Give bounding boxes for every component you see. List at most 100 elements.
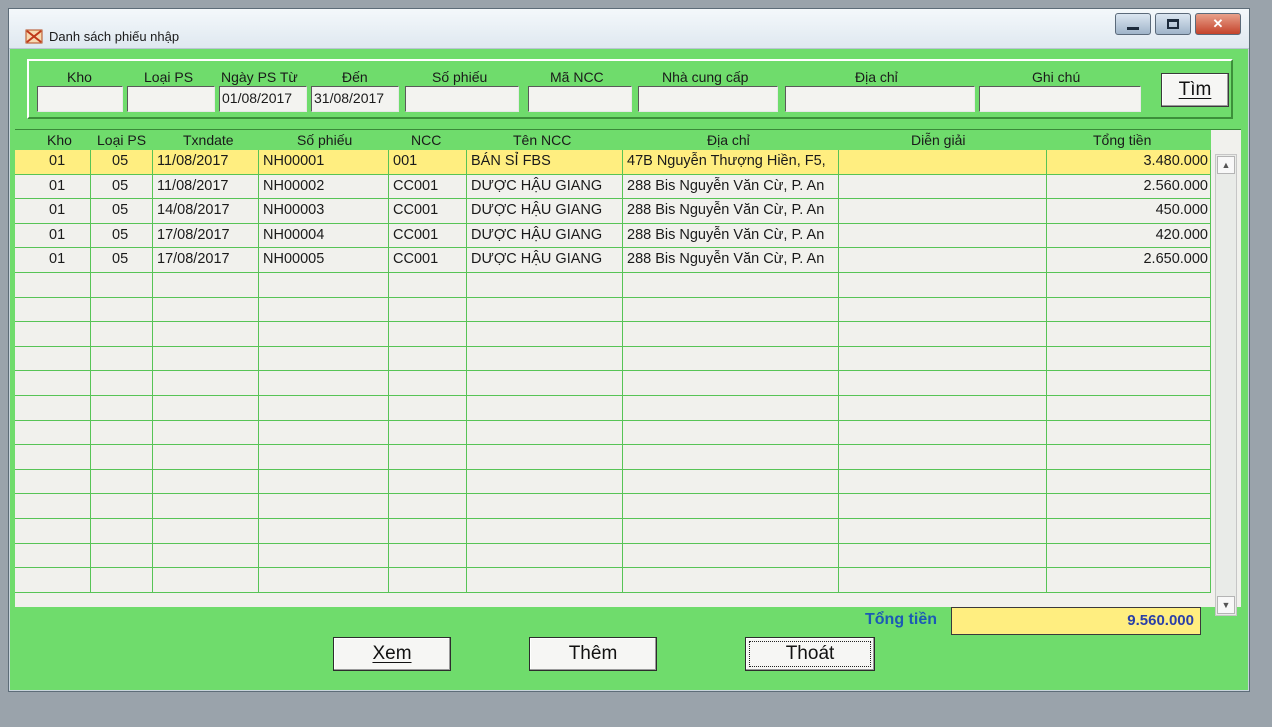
maximize-button[interactable] (1155, 13, 1191, 35)
empty-row[interactable] (15, 346, 1211, 372)
cell-ten-ncc: DƯỢC HẬU GIANG (467, 248, 623, 272)
empty-row[interactable] (15, 568, 1211, 593)
cell-loai-ps: 05 (91, 199, 153, 223)
filter-label-ghi-chu: Ghi chú (1032, 69, 1081, 85)
title-bar: Danh sách phiếu nhập ✕ (9, 9, 1249, 49)
maximize-icon (1167, 19, 1179, 29)
close-button[interactable]: ✕ (1195, 13, 1241, 35)
table-row[interactable]: 01 05 11/08/2017 NH00001 001 BÁN SỈ FBS … (15, 150, 1211, 175)
cell-dien-giai (839, 199, 1047, 223)
cell-kho: 01 (15, 248, 91, 272)
cell-ncc: 001 (389, 150, 467, 174)
so-phieu-input[interactable] (405, 86, 519, 112)
cell-loai-ps: 05 (91, 174, 153, 199)
scroll-up-icon[interactable]: ▲ (1217, 156, 1235, 174)
cell-ncc: CC001 (389, 199, 467, 223)
data-grid: Kho Loại PS Txndate Số phiếu NCC Tên NCC… (15, 129, 1241, 616)
filter-label-ngay-ps-tu: Ngày PS Từ (221, 69, 298, 85)
scroll-down-icon[interactable]: ▼ (1217, 596, 1235, 614)
cell-kho: 01 (15, 223, 91, 248)
date-to-input[interactable]: 31/08/2017 (311, 86, 399, 112)
cell-loai-ps: 05 (91, 150, 153, 174)
cell-dien-giai (839, 150, 1047, 174)
date-from-input[interactable]: 01/08/2017 (219, 86, 307, 112)
ghi-chu-input[interactable] (979, 86, 1141, 112)
empty-row[interactable] (15, 518, 1211, 544)
cell-so-phieu: NH00005 (259, 248, 389, 272)
view-button-label: Xem (372, 643, 412, 664)
cell-tong-tien: 2.560.000 (1047, 174, 1211, 199)
cell-tong-tien: 3.480.000 (1047, 150, 1211, 174)
cell-dia-chi: 288 Bis Nguyễn Văn Cừ, P. An (623, 248, 839, 272)
header-ten-ncc: Tên NCC (513, 132, 572, 148)
cell-ten-ncc: BÁN SỈ FBS (467, 150, 623, 174)
cell-ten-ncc: DƯỢC HẬU GIANG (467, 223, 623, 248)
header-dia-chi: Địa chỉ (707, 132, 750, 148)
empty-row[interactable] (15, 297, 1211, 323)
cell-dia-chi: 288 Bis Nguyễn Văn Cừ, P. An (623, 223, 839, 248)
cell-ten-ncc: DƯỢC HẬU GIANG (467, 199, 623, 223)
ma-ncc-input[interactable] (528, 86, 632, 112)
cell-dien-giai (839, 248, 1047, 272)
cell-ncc: CC001 (389, 174, 467, 199)
header-ncc: NCC (411, 132, 442, 148)
add-button[interactable]: Thêm (529, 637, 657, 671)
filter-label-loai-ps: Loại PS (144, 69, 194, 85)
dia-chi-input[interactable] (785, 86, 975, 112)
nha-cung-cap-input[interactable] (638, 86, 778, 112)
cell-tong-tien: 2.650.000 (1047, 248, 1211, 272)
exit-button[interactable]: Thoát (745, 637, 875, 671)
table-row[interactable]: 01 05 17/08/2017 NH00005 CC001 DƯỢC HẬU … (15, 248, 1211, 273)
view-button[interactable]: Xem (333, 637, 451, 671)
empty-row[interactable] (15, 420, 1211, 446)
empty-row[interactable] (15, 272, 1211, 298)
header-loai-ps: Loại PS (97, 132, 147, 148)
empty-row[interactable] (15, 322, 1211, 347)
filter-label-kho: Kho (67, 69, 92, 85)
minimize-icon (1127, 26, 1139, 30)
vertical-scrollbar[interactable]: ▲ ▼ (1215, 154, 1237, 616)
empty-row[interactable] (15, 543, 1211, 569)
cell-dien-giai (839, 223, 1047, 248)
empty-row[interactable] (15, 469, 1211, 495)
filter-label-dia-chi: Địa chỉ (855, 69, 898, 85)
add-button-label: Thêm (568, 643, 618, 664)
cell-dia-chi: 288 Bis Nguyễn Văn Cừ, P. An (623, 174, 839, 199)
cell-so-phieu: NH00002 (259, 174, 389, 199)
filter-label-so-phieu: Số phiếu (432, 69, 488, 85)
cell-loai-ps: 05 (91, 248, 153, 272)
table-row[interactable]: 01 05 14/08/2017 NH00003 CC001 DƯỢC HẬU … (15, 199, 1211, 224)
cell-txndate: 14/08/2017 (153, 199, 259, 223)
header-tong-tien: Tổng tiền (1093, 132, 1152, 148)
cell-tong-tien: 420.000 (1047, 223, 1211, 248)
table-row[interactable]: 01 05 17/08/2017 NH00004 CC001 DƯỢC HẬU … (15, 223, 1211, 249)
cell-ncc: CC001 (389, 248, 467, 272)
exit-button-label: Thoát (785, 643, 835, 664)
minimize-button[interactable] (1115, 13, 1151, 35)
empty-row[interactable] (15, 445, 1211, 470)
find-button-label: Tìm (1178, 79, 1212, 100)
filter-panel: Kho Loại PS Ngày PS Từ Đến Số phiếu Mã N… (27, 59, 1233, 119)
filter-label-nha-cung-cap: Nhà cung cấp (662, 69, 749, 85)
cell-so-phieu: NH00003 (259, 199, 389, 223)
cell-kho: 01 (15, 174, 91, 199)
empty-row[interactable] (15, 371, 1211, 396)
kho-input[interactable] (37, 86, 123, 112)
find-button[interactable]: Tìm (1161, 73, 1229, 107)
empty-row[interactable] (15, 395, 1211, 421)
header-dien-giai: Diễn giải (911, 132, 966, 148)
cell-txndate: 17/08/2017 (153, 248, 259, 272)
cell-so-phieu: NH00004 (259, 223, 389, 248)
window-title: Danh sách phiếu nhập (49, 29, 180, 44)
cell-ncc: CC001 (389, 223, 467, 248)
header-so-phieu: Số phiếu (297, 132, 353, 148)
loai-ps-input[interactable] (127, 86, 215, 112)
cell-kho: 01 (15, 150, 91, 174)
cell-loai-ps: 05 (91, 223, 153, 248)
table-row[interactable]: 01 05 11/08/2017 NH00002 CC001 DƯỢC HẬU … (15, 174, 1211, 200)
empty-row[interactable] (15, 494, 1211, 519)
grid-rows: 01 05 11/08/2017 NH00001 001 BÁN SỈ FBS … (15, 150, 1211, 593)
total-value: 9.560.000 (951, 607, 1201, 635)
grid-header: Kho Loại PS Txndate Số phiếu NCC Tên NCC… (15, 130, 1211, 150)
cell-dien-giai (839, 174, 1047, 199)
